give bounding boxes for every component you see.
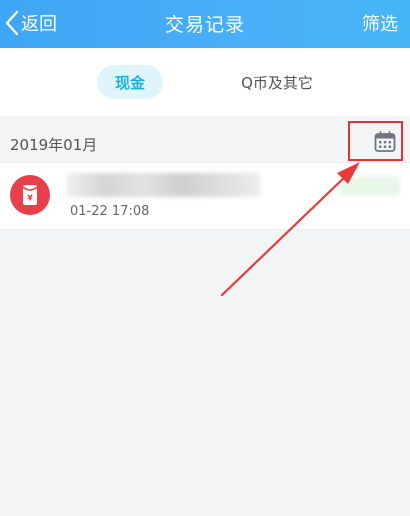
svg-text:¥: ¥ — [27, 194, 33, 203]
transaction-row[interactable]: ¥ 01-22 17:08 — [0, 162, 410, 230]
tab-bar: 现金 Q币及其它 — [0, 48, 410, 116]
top-nav-bar: 返回 交易记录 筛选 — [0, 0, 410, 48]
filter-button[interactable]: 筛选 — [362, 10, 398, 36]
red-envelope-icon: ¥ — [10, 175, 50, 215]
blurred-transaction-amount — [340, 177, 400, 195]
transaction-time: 01-22 17:08 — [70, 204, 150, 219]
tab-cash[interactable]: 现金 — [97, 65, 163, 99]
tab-qcoin-and-other[interactable]: Q币及其它 — [224, 65, 330, 99]
month-label: 2019年01月 — [10, 136, 98, 154]
blurred-transaction-title — [66, 173, 260, 197]
annotation-highlight-box — [348, 121, 403, 161]
page-title: 交易记录 — [164, 14, 245, 36]
